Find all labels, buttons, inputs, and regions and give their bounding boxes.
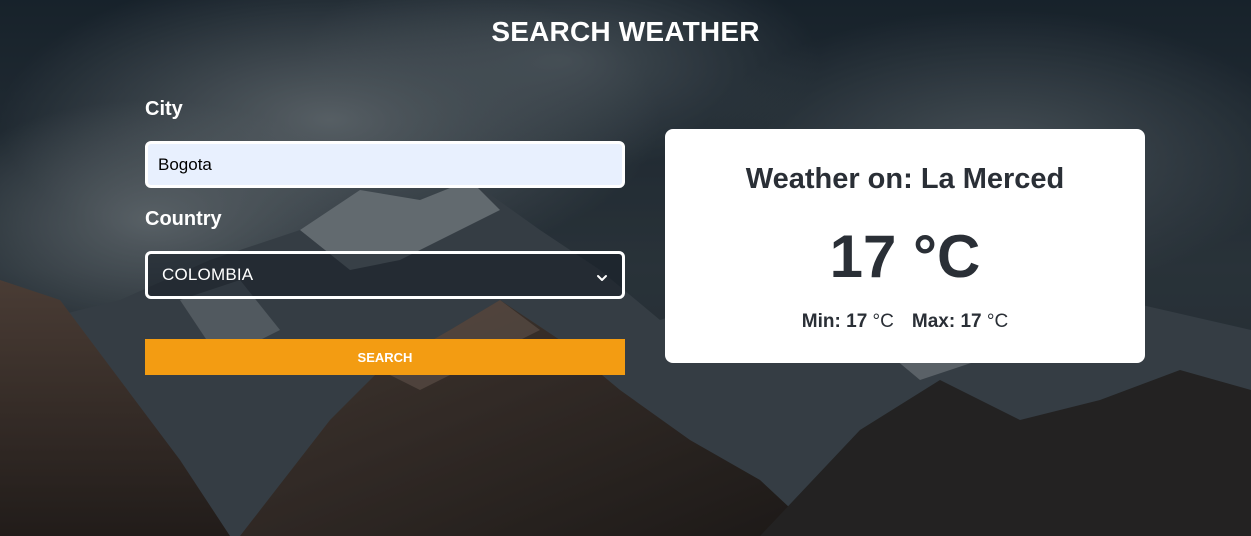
country-selected-value: COLOMBIA — [162, 265, 254, 284]
min-label: Min: — [801, 311, 841, 332]
chevron-down-icon — [596, 269, 608, 281]
weather-heading: Weather on: La Merced — [665, 163, 1145, 196]
min-value: 17 — [846, 311, 868, 332]
max-label: Max: — [911, 311, 956, 332]
weather-result-card: Weather on: La Merced 17 °C Min: 17 °C Ma… — [665, 129, 1145, 363]
weather-location: La Merced — [920, 163, 1065, 195]
search-button[interactable]: SEARCH — [145, 339, 625, 375]
current-temperature: 17 °C — [665, 223, 1145, 291]
page-title: SEARCH WEATHER — [491, 16, 760, 47]
city-input[interactable] — [145, 141, 625, 188]
max-unit: °C — [986, 311, 1009, 332]
min-unit: °C — [872, 311, 894, 332]
temperature-unit: °C — [913, 223, 981, 290]
country-select[interactable]: COLOMBIA — [145, 251, 625, 299]
country-label: Country — [145, 208, 222, 230]
weather-heading-prefix: Weather on: — [745, 163, 921, 195]
min-max-temperature: Min: 17 °C Max: 17 °C — [665, 311, 1145, 333]
temperature-value: 17 — [829, 223, 897, 290]
max-value: 17 — [960, 311, 982, 332]
city-label: City — [145, 98, 183, 120]
